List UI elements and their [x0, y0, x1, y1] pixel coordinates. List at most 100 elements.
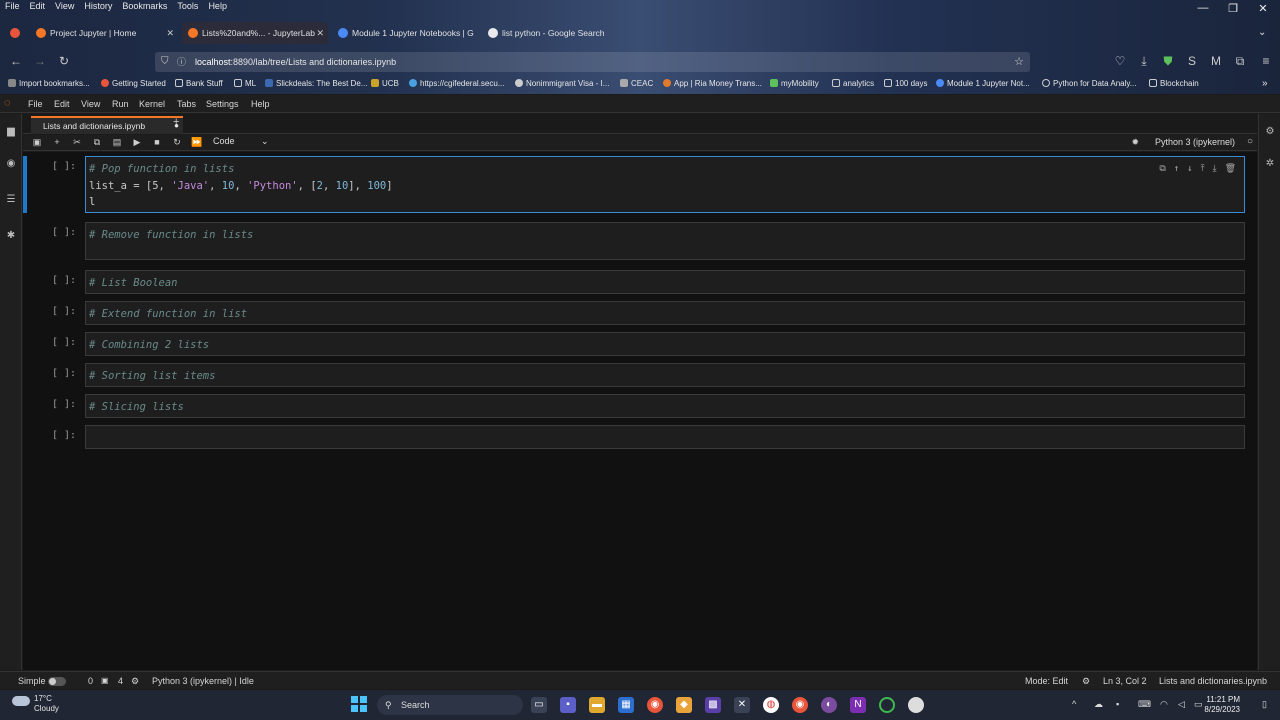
app-icon[interactable] — [879, 697, 895, 713]
notifications-icon[interactable]: ▯ — [1262, 699, 1267, 710]
paste-icon[interactable]: ▤ — [111, 137, 123, 148]
bookmark-folder[interactable]: ML — [234, 78, 256, 90]
restart-icon[interactable]: ↻ — [171, 137, 183, 148]
tab-google-search[interactable]: list python - Google Search — [482, 22, 622, 44]
menu-history[interactable]: History — [84, 0, 112, 13]
cell-editor[interactable]: # Slicing lists — [85, 394, 1245, 418]
kernel-status[interactable]: Python 3 (ipykernel) | Idle — [152, 676, 254, 686]
bookmark-item[interactable]: Python for Data Analy... — [1042, 78, 1136, 90]
cell-editor[interactable]: # Extend function in list — [85, 301, 1245, 325]
cell-editor[interactable]: # List Boolean — [85, 270, 1245, 294]
extensions-icon[interactable]: ⧉ — [1232, 54, 1248, 69]
bookmark-item[interactable]: UCB — [371, 78, 399, 90]
close-window-icon[interactable]: ✕ — [1248, 2, 1278, 15]
bookmark-item[interactable]: App | Ria Money Trans... — [663, 78, 762, 90]
jmenu-kernel[interactable]: Kernel — [139, 99, 165, 109]
menu-bookmarks[interactable]: Bookmarks — [122, 0, 167, 13]
chevron-up-icon[interactable]: ^ — [1072, 699, 1076, 709]
app-menu-icon[interactable]: ≡ — [1258, 54, 1274, 68]
file-explorer-icon[interactable]: ▬ — [589, 697, 605, 713]
cell-editor[interactable]: # Combining 2 lists — [85, 332, 1245, 356]
bookmark-item[interactable]: Nonimmigrant Visa - I... — [515, 78, 609, 90]
bookmark-item[interactable]: Getting Started — [101, 78, 166, 90]
more-bookmarks-icon[interactable]: » — [1262, 78, 1268, 90]
insert-below-icon[interactable]: ⤓ — [1213, 164, 1217, 174]
bookmark-folder[interactable]: analytics — [832, 78, 874, 90]
clock[interactable]: 11:21 PM 8/29/2023 — [1204, 695, 1240, 715]
chrome-icon[interactable]: ◍ — [763, 697, 779, 713]
menu-help[interactable]: Help — [208, 0, 227, 13]
extensions-puzzle-icon[interactable]: ✱ — [5, 230, 17, 242]
jmenu-tabs[interactable]: Tabs — [177, 99, 196, 109]
simple-mode-toggle[interactable] — [48, 677, 66, 686]
app-icon[interactable]: ◆ — [676, 697, 692, 713]
app-icon[interactable]: ✕ — [734, 697, 750, 713]
bookmark-item[interactable]: Slickdeals: The Best De... — [265, 78, 367, 90]
extension-shield-icon[interactable]: ⛊ — [1160, 54, 1176, 69]
volume-icon[interactable]: ◁ — [1178, 699, 1185, 710]
defender-icon[interactable]: ▪ — [1116, 699, 1119, 709]
app-icon[interactable]: ◐ — [821, 697, 837, 713]
jmenu-file[interactable]: File — [28, 99, 43, 109]
cursor-position[interactable]: Ln 3, Col 2 — [1103, 676, 1147, 686]
keyboard-icon[interactable]: ⌨ — [1138, 699, 1151, 710]
cell-type-select[interactable]: Code ⌄ — [213, 136, 273, 146]
move-down-icon[interactable]: ↓ — [1187, 164, 1192, 174]
jmenu-view[interactable]: View — [81, 99, 100, 109]
app-icon[interactable] — [908, 697, 924, 713]
run-icon[interactable]: ▶ — [131, 137, 143, 148]
taskbar-search[interactable]: ⚲ Search — [377, 695, 523, 715]
menu-file[interactable]: File — [5, 0, 20, 13]
bookmark-item[interactable]: Import bookmarks... — [8, 78, 90, 90]
bookmark-item[interactable]: CEAC — [620, 78, 653, 90]
bookmark-item[interactable]: https://cgifederal.secu... — [409, 78, 505, 90]
cell-editor[interactable]: # Sorting list items — [85, 363, 1245, 387]
minimize-icon[interactable]: — — [1188, 2, 1218, 14]
jmenu-edit[interactable]: Edit — [54, 99, 70, 109]
notification-icon[interactable]: ⚙ — [1082, 676, 1090, 687]
back-icon[interactable]: ← — [8, 54, 24, 68]
cut-icon[interactable]: ✂ — [71, 137, 83, 148]
cell-editor[interactable] — [85, 425, 1245, 449]
firefox-alt-icon[interactable]: ◉ — [792, 697, 808, 713]
kernel-name[interactable]: Python 3 (ipykernel) — [1155, 137, 1235, 147]
firefox-icon[interactable]: ◉ — [647, 697, 663, 713]
close-tab-icon[interactable]: ✕ — [316, 22, 324, 44]
folder-icon[interactable]: ▆ — [5, 126, 17, 138]
restart-run-all-icon[interactable]: ⏩ — [191, 137, 203, 148]
wifi-icon[interactable]: ◠ — [1160, 699, 1168, 710]
jmenu-help[interactable]: Help — [251, 99, 270, 109]
save-icon[interactable]: ▣ — [31, 137, 43, 148]
downloads-icon[interactable]: ⤓ — [1136, 54, 1152, 69]
debugger-icon[interactable]: ✲ — [1264, 158, 1276, 170]
table-of-contents-icon[interactable]: ☰ — [5, 194, 17, 206]
firefox-view-icon[interactable] — [6, 22, 24, 44]
interrupt-icon[interactable]: ■ — [151, 137, 163, 147]
onedrive-icon[interactable]: ☁ — [1094, 699, 1103, 710]
url-bar[interactable]: ⛉ ⓘ localhost:8890/lab/tree/Lists and di… — [155, 52, 1030, 72]
bookmark-item[interactable]: myMobility — [770, 78, 819, 90]
jmenu-run[interactable]: Run — [112, 99, 129, 109]
jmenu-settings[interactable]: Settings — [206, 99, 239, 109]
move-up-icon[interactable]: ↑ — [1174, 164, 1179, 174]
running-kernels-icon[interactable]: ◉ — [5, 158, 17, 170]
menu-edit[interactable]: Edit — [30, 0, 46, 13]
bookmark-folder[interactable]: Bank Stuff — [175, 78, 223, 90]
shield-icon[interactable]: ⛉ — [161, 52, 169, 72]
notebook-tab[interactable]: Lists and dictionaries.ipynb ● — [31, 116, 183, 134]
gear-icon[interactable]: ✹ — [1131, 137, 1139, 148]
bookmark-folder[interactable]: Blockchain — [1149, 78, 1199, 90]
windows-start-icon[interactable] — [351, 696, 367, 712]
bookmark-item[interactable]: Module 1 Jupyter Not... — [936, 78, 1030, 90]
tab-project-jupyter[interactable]: Project Jupyter | Home ✕ — [30, 22, 178, 44]
teams-icon[interactable]: ▪ — [560, 697, 576, 713]
store-icon[interactable]: ▦ — [618, 697, 634, 713]
maximize-icon[interactable]: ❐ — [1218, 2, 1248, 15]
delete-cell-icon[interactable]: 🗑 — [1225, 164, 1236, 174]
weather-widget[interactable]: 17°C Cloudy — [34, 694, 59, 714]
menu-tools[interactable]: Tools — [177, 0, 198, 13]
insert-above-icon[interactable]: ⤒ — [1201, 164, 1205, 174]
task-view-icon[interactable]: ▭ — [531, 697, 547, 713]
property-inspector-icon[interactable]: ⚙ — [1264, 126, 1276, 138]
menu-view[interactable]: View — [55, 0, 74, 13]
